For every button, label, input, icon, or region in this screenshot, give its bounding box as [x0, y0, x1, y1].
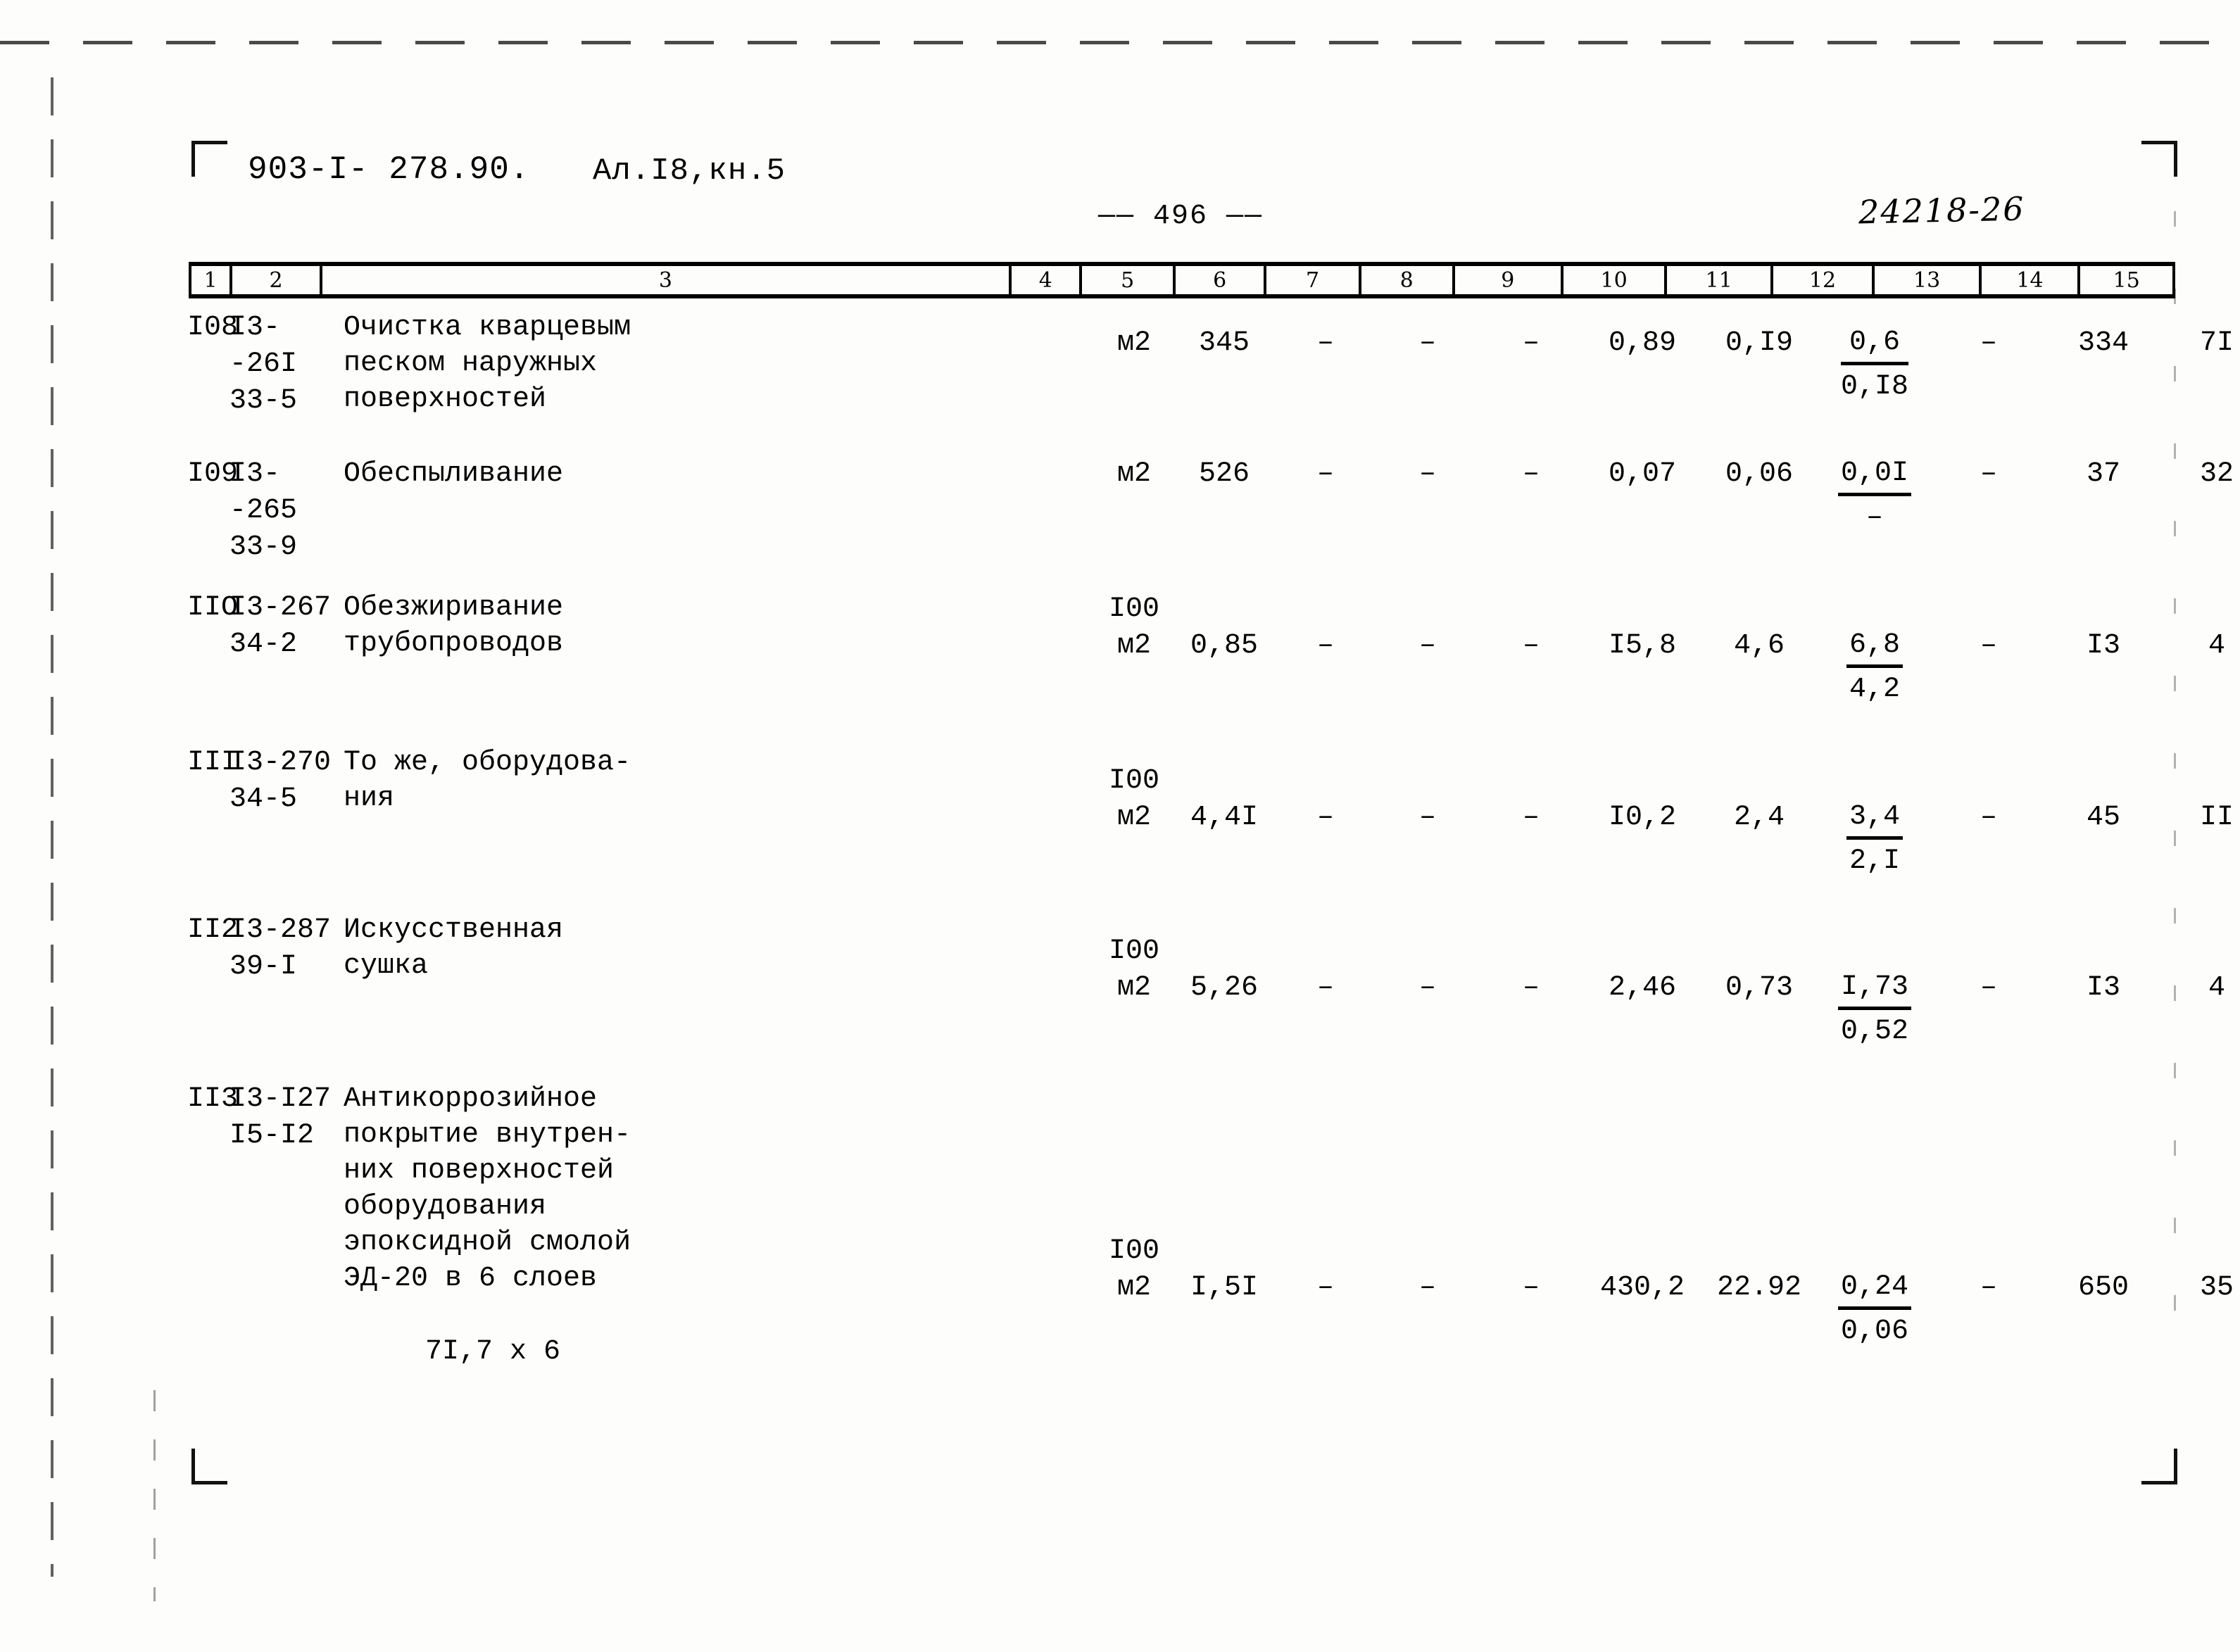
cell-value-11-fraction: 0,0I –: [1806, 456, 1943, 536]
cell-value-14: 4: [2208, 972, 2225, 1004]
document-code: 903-I- 278.90.: [248, 151, 530, 188]
table-row: IIO I3-267 34-2 Обезжиривание трубопроводов I…: [187, 590, 2225, 745]
cell-value-13: 37: [2086, 458, 2120, 490]
column-header-3: 3: [322, 266, 1012, 294]
cell-description: Искусственная сушка: [344, 912, 1104, 984]
description-line: песком наружных: [344, 348, 598, 379]
column-header-8: 8: [1361, 266, 1455, 294]
description-line: ЭД-20 в 6 слоев: [344, 1263, 598, 1294]
column-header-2: 2: [232, 266, 322, 294]
cell-value-9: 430,2: [1599, 1272, 1685, 1304]
description-calculation-note: 7I,7 х 6: [425, 1336, 561, 1368]
table-column-header-row: 1 2 3 4 5 6 7 8 9 10 11 12 13 14 15: [189, 262, 2176, 298]
description-line: Обеспыливание: [344, 458, 564, 490]
description-line: трубопроводов: [344, 628, 564, 660]
cell-value-11-fraction: 0,24 0,06: [1806, 1270, 1943, 1350]
cell-description: То же, оборудова-ния: [344, 745, 1104, 816]
fraction-denominator: 2,I: [1849, 845, 1900, 877]
fraction-numerator: 0,0I: [1837, 456, 1911, 496]
reference-code-line: -265: [229, 495, 298, 527]
scan-edge-artifact-top: [0, 41, 2240, 44]
table-row: I08 I3- -26I 33-5 Очистка кварцевым песком на…: [187, 310, 2234, 456]
column-header-13: 13: [1875, 266, 1982, 294]
scan-edge-artifact-left-lower: [153, 1390, 156, 1601]
column-header-12: 12: [1773, 266, 1875, 294]
cell-value-11-fraction: 3,4 2,I: [1806, 800, 1943, 880]
cell-value-13: I3: [2086, 972, 2120, 1004]
document-page: 903-I- 278.90. Ал.I8,кн.5 —— 496 —— 2421…: [0, 0, 2240, 1652]
description-line: Искусственная: [344, 914, 564, 946]
cell-value-14: 35: [2199, 1272, 2234, 1304]
column-header-6: 6: [1176, 266, 1267, 294]
column-header-4: 4: [1012, 266, 1083, 294]
fraction-numerator: 6,8: [1846, 628, 1903, 668]
unit-line: I00: [1108, 1235, 1159, 1267]
cell-description: Очистка кварцевым песком наружных поверхно…: [344, 310, 1104, 417]
column-header-1: 1: [189, 266, 233, 294]
fraction-numerator: I,73: [1837, 970, 1911, 1010]
cell-value-11-fraction: 0,6 0,I8: [1806, 325, 1943, 405]
crop-mark-top-right: [2141, 141, 2177, 177]
cell-value-9: 0,07: [1608, 458, 1676, 490]
archive-code: 24218-26: [1858, 189, 2025, 232]
cell-description: Антикоррозийное покрытие внутрен-них пове…: [344, 1081, 1104, 1297]
fraction-denominator: –: [1865, 502, 1883, 534]
description-line: Очистка кварцевым: [344, 312, 631, 343]
description-line: покрытие внутрен-: [344, 1119, 631, 1151]
column-header-5: 5: [1082, 266, 1176, 294]
reference-code-line: 33-9: [229, 531, 298, 563]
page-number: —— 496 ——: [1098, 201, 1264, 232]
table-row: II3 I3-I27 I5-I2 Антикоррозийное покрытие вн…: [187, 1081, 2234, 1377]
cell-value-13: I3: [2086, 630, 2120, 662]
fraction-denominator: 0,52: [1840, 1016, 1908, 1047]
cell-value-9: I5,8: [1608, 630, 1676, 662]
cell-value-14: 7I: [2199, 327, 2234, 359]
crop-mark-bottom-right: [2141, 1449, 2177, 1484]
description-line: ния: [344, 783, 395, 814]
fraction-numerator: 3,4: [1846, 800, 1903, 840]
crop-mark-top-left: [191, 141, 227, 177]
table-row: II2 I3-287 39-I Искусственная сушка I00 м2 5,26…: [187, 912, 2225, 1081]
fraction-numerator: 0,6: [1840, 325, 1908, 365]
cell-value-11-fraction: 6,8 4,2: [1806, 628, 1943, 708]
cell-value-13: 45: [2086, 802, 2120, 833]
description-line: поверхностей: [344, 384, 547, 415]
description-line: эпоксидной смолой: [344, 1227, 631, 1259]
fraction-denominator: 0,I8: [1840, 371, 1908, 403]
scan-edge-artifact-left: [51, 77, 54, 1577]
table-row: III I3-270 34-5 То же, оборудова-ния I00 м2 4,…: [187, 745, 2234, 912]
column-header-15: 15: [2080, 266, 2176, 294]
description-line: То же, оборудова-: [344, 747, 631, 778]
cell-value-14: 4: [2208, 630, 2225, 662]
cell-value-13: 650: [2077, 1272, 2129, 1304]
cell-value-9: 0,89: [1608, 327, 1676, 359]
unit-line: I00: [1108, 765, 1159, 797]
description-line: Обезжиривание: [344, 592, 564, 624]
cell-value-9: 2,46: [1608, 972, 1676, 1004]
cell-description: Обеспыливание: [344, 456, 1104, 492]
description-line: них поверхностей: [344, 1155, 615, 1187]
description-line: оборудования: [344, 1191, 547, 1223]
cell-value-14: 32: [2199, 458, 2234, 490]
table-row: I09 I3- -265 33-9 Обеспыливание м2 526– – –0,07 0…: [187, 456, 2234, 590]
column-header-14: 14: [1982, 266, 2081, 294]
crop-mark-bottom-left: [191, 1449, 227, 1484]
fraction-numerator: 0,24: [1837, 1270, 1911, 1310]
column-header-10: 10: [1563, 266, 1668, 294]
cell-value-11-fraction: I,73 0,52: [1806, 970, 1943, 1050]
description-line: сушка: [344, 950, 429, 982]
description-line: Антикоррозийное: [344, 1083, 598, 1115]
fraction-denominator: 4,2: [1849, 674, 1900, 705]
cell-value-14: II: [2199, 802, 2234, 833]
cell-description: Обезжиривание трубопроводов: [344, 590, 1104, 662]
cell-value-13: 334: [2077, 327, 2129, 359]
column-header-11: 11: [1667, 266, 1774, 294]
fraction-denominator: 0,06: [1840, 1316, 1908, 1347]
unit-line: I00: [1108, 593, 1159, 625]
unit-line: I00: [1108, 935, 1159, 967]
column-header-9: 9: [1455, 266, 1564, 294]
cell-value-9: I0,2: [1608, 802, 1676, 833]
album-code: Ал.I8,кн.5: [593, 153, 786, 189]
column-header-7: 7: [1266, 266, 1361, 294]
